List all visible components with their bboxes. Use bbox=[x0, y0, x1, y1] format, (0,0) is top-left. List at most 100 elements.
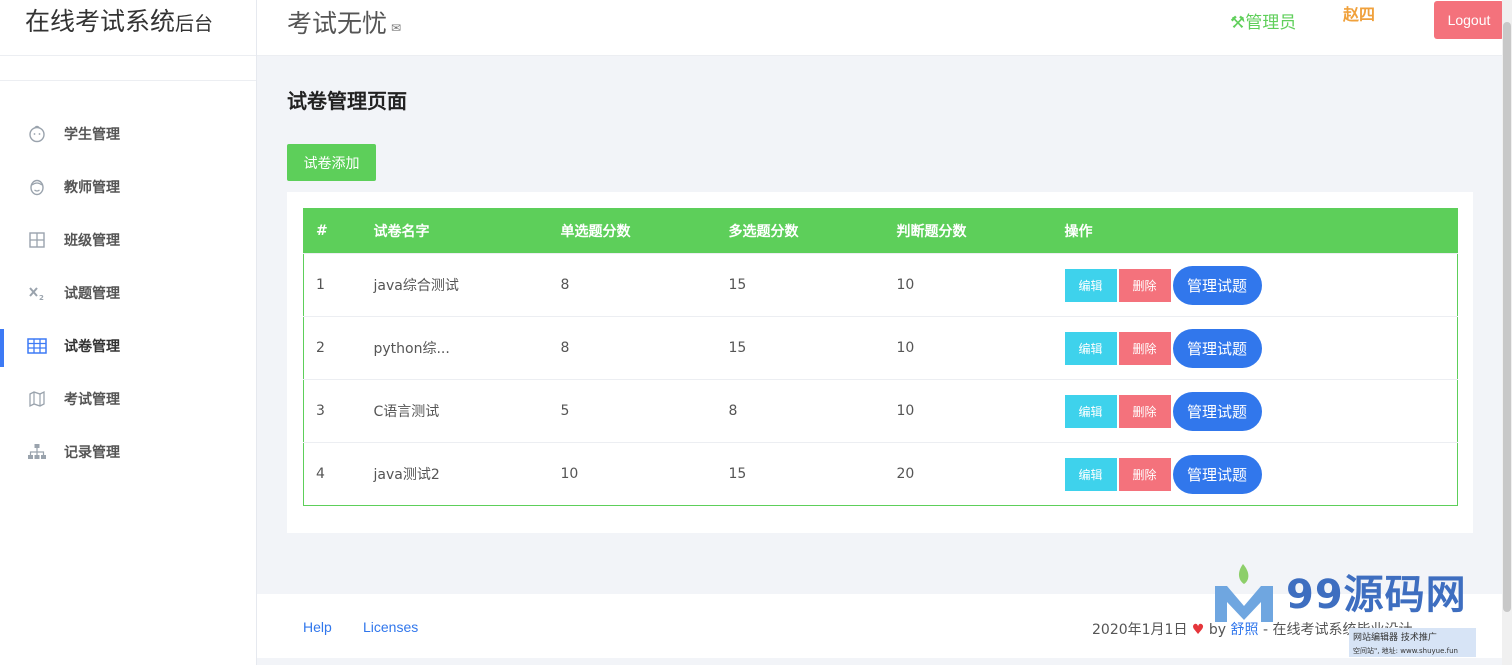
edit-button[interactable]: 编辑 bbox=[1064, 331, 1117, 365]
sitemap-icon bbox=[26, 441, 48, 463]
cell-actions: 编辑 删除 管理试题 bbox=[1064, 380, 1458, 443]
table-row: 2 python综... 8 15 10 编辑 删除 管理试题 bbox=[303, 316, 1458, 380]
cell-multi: 8 bbox=[728, 403, 738, 419]
face-icon bbox=[26, 176, 48, 198]
col-header-name: 试卷名字 bbox=[373, 224, 430, 240]
cell-single: 8 bbox=[560, 340, 570, 356]
logout-button[interactable]: Logout bbox=[1434, 1, 1504, 39]
delete-button[interactable]: 删除 bbox=[1118, 268, 1171, 302]
admin-role: ⚒管理员 bbox=[1230, 8, 1296, 33]
col-header-actions: 操作 bbox=[1064, 224, 1093, 240]
cell-single: 5 bbox=[560, 403, 570, 419]
delete-button[interactable]: 删除 bbox=[1118, 394, 1171, 428]
sidebar-item-label: 学生管理 bbox=[64, 126, 120, 143]
manage-questions-button[interactable]: 管理试题 bbox=[1172, 391, 1262, 431]
sidebar-item-label: 考试管理 bbox=[64, 391, 120, 408]
cell-single: 10 bbox=[560, 466, 579, 482]
sidebar-item-classes[interactable]: 班级管理 bbox=[0, 213, 256, 266]
col-header-id: # bbox=[316, 223, 328, 239]
sidebar-item-papers[interactable]: 试卷管理 bbox=[0, 319, 256, 372]
sidebar: 在线考试系统后台 学生管理 教师管理 班级管理 2 试题管理 试卷管理 考试管理… bbox=[0, 0, 257, 665]
sidebar-item-questions[interactable]: 2 试题管理 bbox=[0, 266, 256, 319]
watermark-banner-line1: 网站编辑器 技术推广 bbox=[1353, 633, 1437, 643]
sidebar-item-teachers[interactable]: 教师管理 bbox=[0, 160, 256, 213]
footer-help-link[interactable]: Help bbox=[303, 619, 332, 635]
table-header-row: # 试卷名字 单选题分数 多选题分数 判断题分数 操作 bbox=[303, 208, 1458, 254]
watermark-text: 99源码网 bbox=[1286, 572, 1467, 618]
heart-icon: ♥ bbox=[1191, 622, 1205, 638]
watermark-banner: 网站编辑器 技术推广 空间站", 地址: www.shuyue.fun bbox=[1349, 628, 1476, 657]
cell-judge: 20 bbox=[896, 466, 915, 482]
col-header-single: 单选题分数 bbox=[560, 224, 631, 240]
col-header-multi: 多选题分数 bbox=[728, 224, 799, 240]
cell-id: 4 bbox=[316, 466, 325, 482]
cell-judge: 10 bbox=[896, 277, 915, 293]
delete-button[interactable]: 删除 bbox=[1118, 457, 1171, 491]
edit-button[interactable]: 编辑 bbox=[1064, 457, 1117, 491]
cell-actions: 编辑 删除 管理试题 bbox=[1064, 443, 1458, 506]
map-icon bbox=[26, 388, 48, 410]
cell-multi: 15 bbox=[728, 466, 747, 482]
table-icon bbox=[26, 335, 48, 357]
footer-licenses-link[interactable]: Licenses bbox=[363, 619, 418, 635]
hammer-icon: ⚒ bbox=[1230, 13, 1246, 33]
edit-button[interactable]: 编辑 bbox=[1064, 394, 1117, 428]
cell-id: 1 bbox=[316, 277, 325, 293]
manage-questions-button[interactable]: 管理试题 bbox=[1172, 265, 1262, 305]
sidebar-item-label: 班级管理 bbox=[64, 232, 120, 249]
col-header-judge: 判断题分数 bbox=[896, 224, 967, 240]
cell-judge: 10 bbox=[896, 340, 915, 356]
watermark-logo bbox=[1213, 562, 1275, 624]
sidebar-item-exams[interactable]: 考试管理 bbox=[0, 372, 256, 425]
sidebar-item-label: 试题管理 bbox=[64, 285, 120, 302]
header-title: 考试无忧 ✉ bbox=[287, 4, 401, 40]
cell-name: java综合测试 bbox=[373, 278, 459, 294]
manage-questions-button[interactable]: 管理试题 bbox=[1172, 454, 1262, 494]
sidebar-item-records[interactable]: 记录管理 bbox=[0, 425, 256, 478]
cell-name: python综... bbox=[373, 341, 450, 357]
subscript-icon: 2 bbox=[26, 282, 48, 304]
cell-actions: 编辑 删除 管理试题 bbox=[1064, 317, 1458, 380]
delete-button[interactable]: 删除 bbox=[1118, 331, 1171, 365]
baby-face-icon bbox=[26, 123, 48, 145]
header-title-text: 考试无忧 bbox=[287, 9, 388, 38]
page-title: 试卷管理页面 bbox=[287, 89, 407, 113]
brand: 在线考试系统后台 bbox=[0, 0, 256, 56]
footer-by: by bbox=[1208, 622, 1227, 638]
cell-judge: 10 bbox=[896, 403, 915, 419]
cell-actions: 编辑 删除 管理试题 bbox=[1064, 254, 1458, 317]
grid-icon bbox=[26, 229, 48, 251]
sidebar-nav: 学生管理 教师管理 班级管理 2 试题管理 试卷管理 考试管理 记录管理 bbox=[0, 81, 256, 478]
table-row: 4 java测试2 10 15 20 编辑 删除 管理试题 bbox=[303, 442, 1458, 506]
svg-text:2: 2 bbox=[39, 294, 44, 302]
cell-id: 3 bbox=[316, 403, 325, 419]
cell-single: 8 bbox=[560, 277, 570, 293]
cell-multi: 15 bbox=[728, 340, 747, 356]
cell-id: 2 bbox=[316, 340, 325, 356]
mail-icon: ✉ bbox=[391, 21, 402, 35]
scrollbar[interactable] bbox=[1502, 0, 1512, 665]
papers-table: # 试卷名字 单选题分数 多选题分数 判断题分数 操作 1 java综合测试 8… bbox=[303, 208, 1458, 506]
papers-card: # 试卷名字 单选题分数 多选题分数 判断题分数 操作 1 java综合测试 8… bbox=[287, 192, 1473, 533]
footer-date: 2020年1月1日 bbox=[1092, 622, 1188, 638]
username: 赵四 bbox=[1343, 5, 1376, 24]
scrollbar-thumb[interactable] bbox=[1503, 22, 1511, 612]
edit-button[interactable]: 编辑 bbox=[1064, 268, 1117, 302]
sidebar-item-label: 记录管理 bbox=[64, 444, 120, 461]
table-row: 3 C语言测试 5 8 10 编辑 删除 管理试题 bbox=[303, 379, 1458, 443]
cell-name: C语言测试 bbox=[373, 404, 440, 420]
footer-author-link[interactable]: 舒照 bbox=[1231, 622, 1259, 638]
brand-title: 在线考试系统 bbox=[25, 7, 176, 36]
cell-name: java测试2 bbox=[373, 467, 440, 483]
sidebar-item-label: 教师管理 bbox=[64, 179, 120, 196]
role-label: 管理员 bbox=[1245, 13, 1297, 33]
sidebar-item-students[interactable]: 学生管理 bbox=[0, 107, 256, 160]
table-row: 1 java综合测试 8 15 10 编辑 删除 管理试题 bbox=[303, 253, 1458, 317]
top-header: 考试无忧 ✉ ⚒管理员 赵四 Logout bbox=[257, 0, 1504, 56]
add-paper-button[interactable]: 试卷添加 bbox=[287, 144, 376, 181]
brand-subtitle: 后台 bbox=[175, 13, 214, 35]
cell-multi: 15 bbox=[728, 277, 747, 293]
watermark-banner-line2: 空间站", 地址: www.shuyue.fun bbox=[1353, 647, 1458, 655]
manage-questions-button[interactable]: 管理试题 bbox=[1172, 328, 1262, 368]
sidebar-item-label: 试卷管理 bbox=[64, 338, 120, 355]
